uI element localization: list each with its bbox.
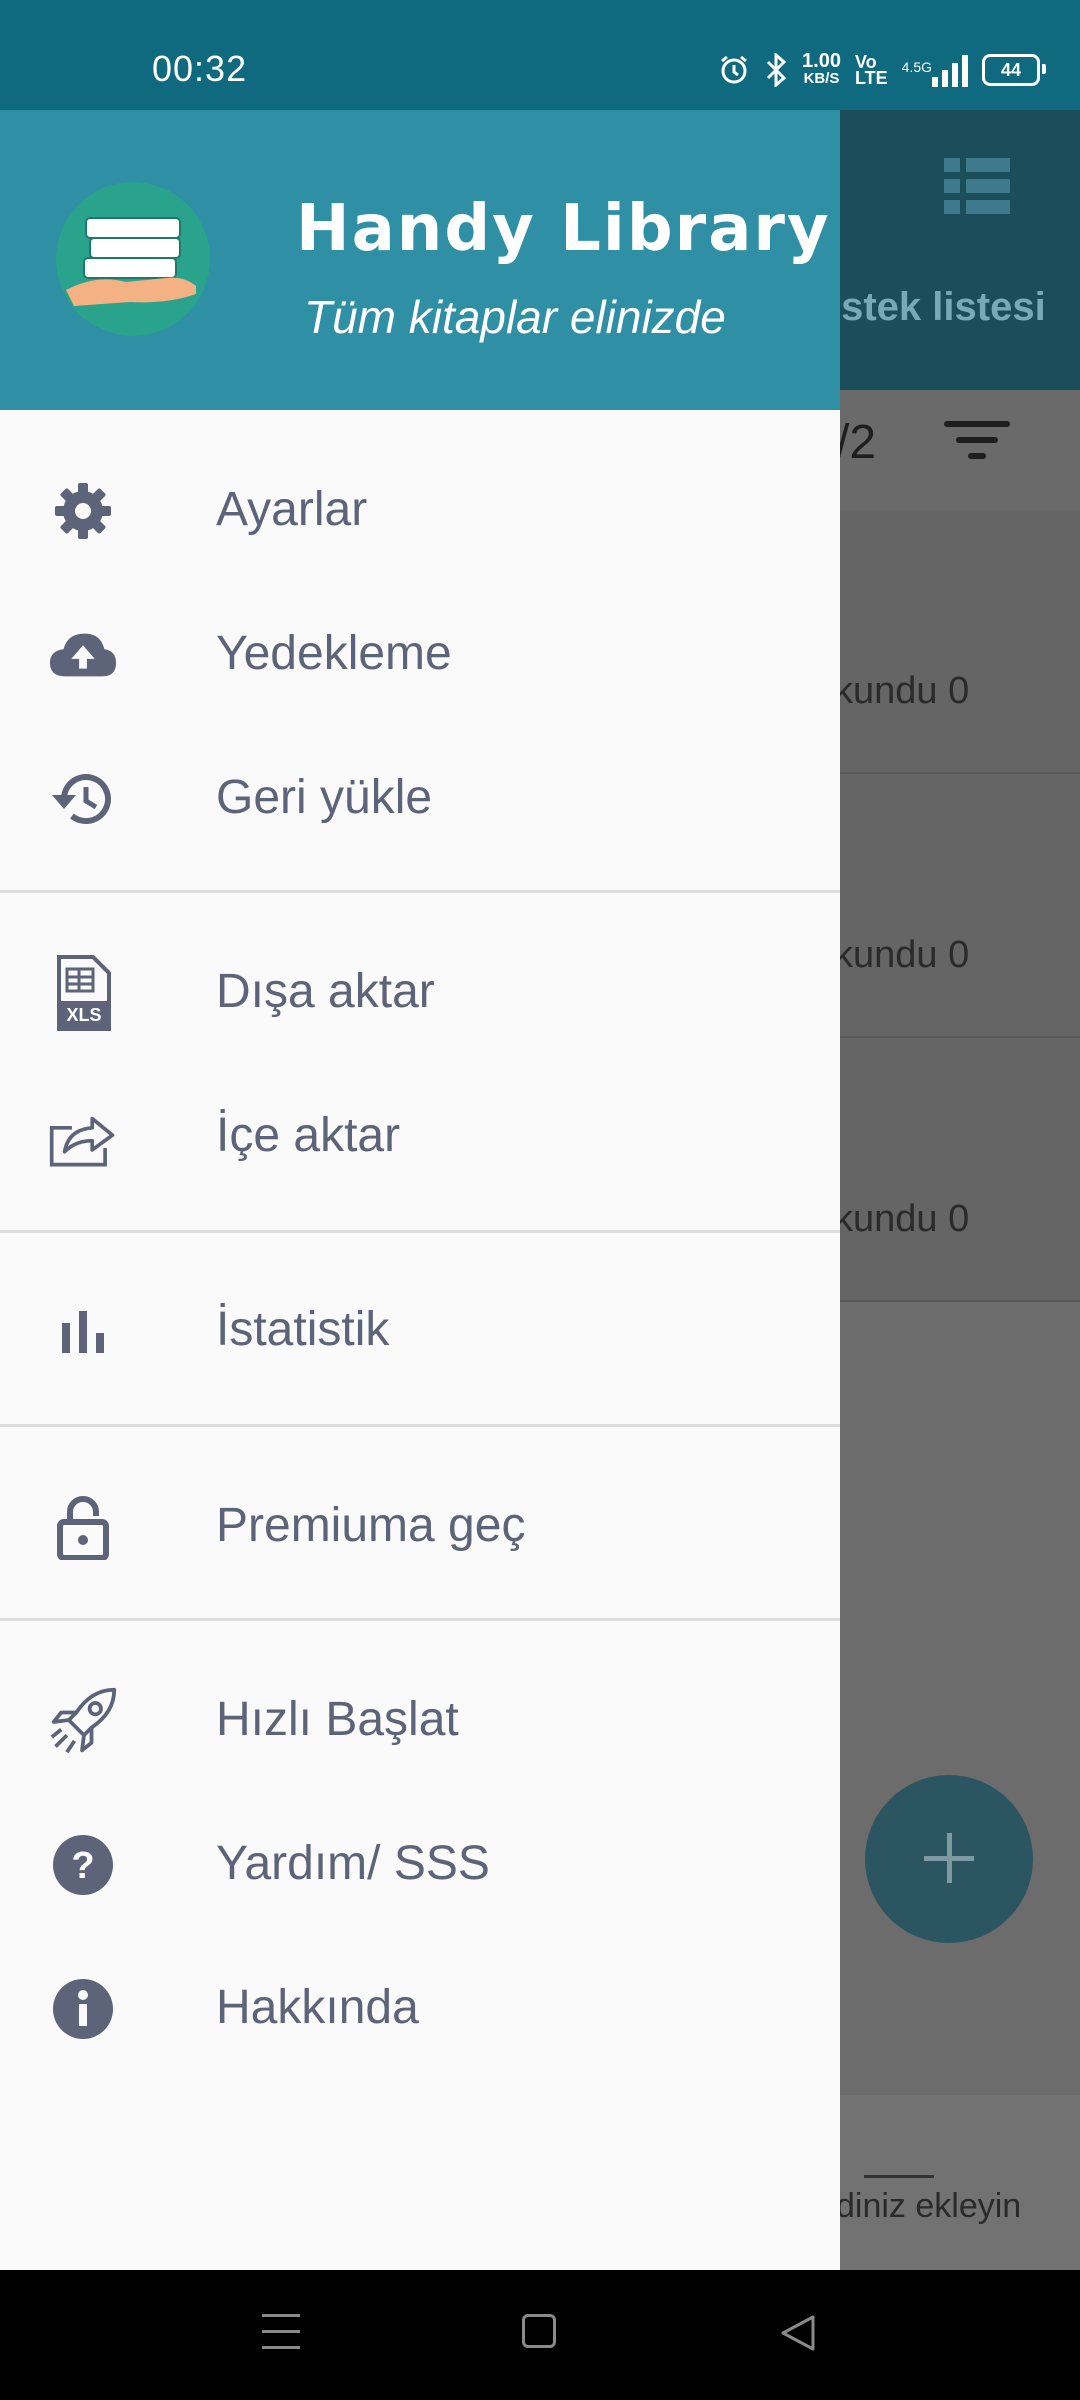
filter-icon (944, 415, 1010, 465)
rocket-icon (48, 1686, 118, 1756)
divider (0, 1230, 840, 1233)
menu-item-label: Premiuma geç (216, 1499, 526, 1552)
bar-chart-icon (48, 1296, 118, 1366)
back-button[interactable] (780, 2314, 816, 2352)
network-speed: 1.00 KB/S (802, 50, 841, 87)
divider (0, 890, 840, 893)
menu-item-export[interactable]: XLS Dışa aktar (0, 926, 840, 1056)
xls-file-icon: XLS (48, 955, 118, 1031)
navigation-drawer: Handy Library Tüm kitaplar elinizde Ayar… (0, 110, 840, 2270)
import-share-icon (48, 1102, 118, 1172)
divider (0, 1424, 840, 1427)
info-icon (48, 1974, 118, 2044)
drawer-header: Handy Library Tüm kitaplar elinizde (0, 110, 840, 410)
menu-item-label: Yedekleme (216, 627, 452, 680)
recent-apps-button[interactable] (262, 2314, 300, 2350)
menu-item-label: Hakkında (216, 1981, 419, 2034)
menu-item-label: Yardım/ SSS (216, 1837, 490, 1890)
menu-item-label: Geri yükle (216, 771, 433, 824)
signature-icon (864, 2120, 934, 2178)
signal-icon: 4.5G (902, 53, 968, 87)
menu-item-premium[interactable]: Premiuma geç (0, 1460, 840, 1590)
tab-wishlist: İstek listesi (830, 285, 1046, 329)
menu-item-about[interactable]: Hakkında (0, 1942, 840, 2072)
svg-text:?: ? (71, 1845, 94, 1887)
svg-text:XLS: XLS (66, 1005, 101, 1025)
menu-item-label: Ayarlar (216, 483, 368, 536)
divider (0, 1618, 840, 1621)
menu-item-label: Dışa aktar (216, 965, 435, 1018)
help-icon: ? (48, 1830, 118, 1900)
menu-item-label: Hızlı Başlat (216, 1693, 459, 1746)
clock: 00:32 (152, 48, 248, 89)
volte-indicator: Vo LTE (854, 52, 888, 88)
app-logo-icon (56, 182, 210, 336)
menu-item-label: İstatistik (216, 1303, 390, 1356)
bottom-label: diniz ekleyin (836, 2187, 1022, 2225)
battery-icon: 44 (982, 54, 1046, 86)
app-title: Handy Library (296, 192, 831, 266)
menu-item-backup[interactable]: Yedekleme (0, 588, 840, 718)
alarm-icon (721, 55, 747, 84)
menu-item-label: İçe aktar (216, 1109, 401, 1162)
menu-item-quick-start[interactable]: Hızlı Başlat (0, 1654, 840, 1784)
menu-item-statistics[interactable]: İstatistik (0, 1264, 840, 1394)
bluetooth-icon (766, 53, 787, 87)
menu-item-settings[interactable]: Ayarlar (0, 444, 840, 574)
list-view-icon (944, 158, 1010, 214)
gear-icon (48, 476, 118, 546)
status-bar: 00:32 1.00 KB/S Vo LTE 4.5G 44 (0, 0, 1080, 110)
status-icons: 1.00 KB/S Vo LTE 4.5G 44 (718, 50, 1046, 90)
page-count: /2 (836, 416, 877, 469)
menu-item-help[interactable]: ? Yardım/ SSS (0, 1798, 840, 1928)
lock-icon (48, 1492, 118, 1562)
signal-label: 4.5G (901, 59, 932, 75)
system-nav-bar (0, 2270, 1080, 2400)
menu-item-restore[interactable]: Geri yükle (0, 732, 840, 862)
cloud-upload-icon (48, 620, 118, 690)
menu-item-import[interactable]: İçe aktar (0, 1070, 840, 1200)
add-fab-button[interactable] (865, 1775, 1033, 1943)
app-subtitle: Tüm kitaplar elinizde (304, 291, 726, 343)
history-icon (48, 764, 118, 834)
home-button[interactable] (522, 2314, 556, 2348)
